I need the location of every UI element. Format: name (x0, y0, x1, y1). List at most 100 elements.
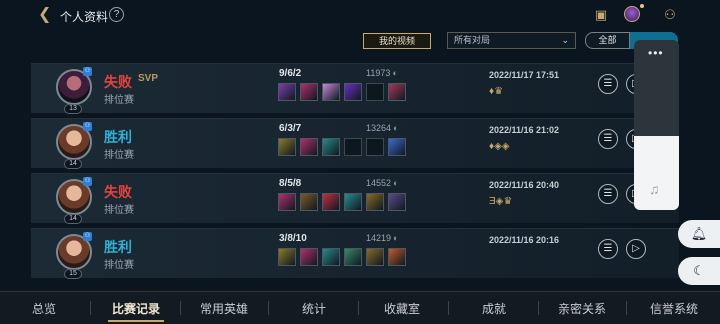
match-result: 胜利 (104, 129, 132, 145)
segment-all[interactable]: 全部 (585, 32, 630, 49)
item-slot (388, 138, 406, 156)
detail-list-icon[interactable]: ☰ (598, 74, 618, 94)
time-filter-select[interactable]: 所有对局 ⌄ (447, 32, 576, 49)
notification-dot (640, 4, 644, 8)
profile-avatar[interactable] (624, 6, 640, 22)
nav-relationships[interactable]: 亲密关系 (544, 300, 620, 317)
party-badge-icon: ⚇ (83, 232, 92, 241)
item-slot (366, 193, 384, 211)
task-icon[interactable]: ▣ (593, 7, 609, 23)
item-slot (344, 248, 362, 266)
match-date: 2022/11/16 20:40 (489, 180, 560, 190)
gold: 13264 ◐ (366, 123, 398, 133)
coin-icon: ◐ (392, 68, 398, 78)
bell-icon[interactable]: 🔔︎ (678, 220, 720, 248)
nav-collection[interactable]: 收藏室 (364, 300, 440, 317)
champion-level: 14 (64, 159, 82, 169)
bottom-nav: 总览 比赛记录 常用英雄 统计 收藏室 成就 亲密关系 信誉系统 (0, 291, 720, 324)
item-slot (366, 138, 384, 156)
detail-list-icon[interactable]: ☰ (598, 184, 618, 204)
match-result: 失败 (104, 184, 132, 200)
replay-play-icon[interactable]: ▷ (626, 239, 646, 259)
item-slot (278, 248, 296, 266)
time-filter-value: 所有对局 (454, 35, 491, 45)
kda: 3/8/10 (279, 233, 307, 244)
item-slot (388, 193, 406, 211)
item-slot (322, 193, 340, 211)
match-row[interactable]: ⚇ 14 失败 排位赛 8/5/8 14552 ◐ 2022/11/16 20:4… (31, 173, 679, 224)
detail-list-icon[interactable]: ☰ (598, 129, 618, 149)
champion-level: 13 (64, 104, 82, 114)
panel-bottom (634, 136, 679, 210)
gold-value: 11973 (366, 68, 391, 78)
music-note-icon[interactable]: ♫ (649, 181, 660, 197)
nav-common-heroes[interactable]: 常用英雄 (186, 300, 262, 317)
item-slot (300, 83, 318, 101)
kda: 8/5/8 (279, 178, 302, 189)
nav-overview[interactable]: 总览 (6, 300, 82, 317)
item-slot (300, 248, 318, 266)
party-badge-icon: ⚇ (83, 177, 92, 186)
gold: 14552 ◐ (366, 178, 398, 188)
chevron-down-icon: ⌄ (561, 35, 569, 45)
item-slot (388, 248, 406, 266)
match-row[interactable]: ⚇ 14 胜利 排位赛 6/3/7 13264 ◐ 2022/11/16 21:0… (31, 118, 679, 169)
match-row[interactable]: ⚇ 13 失败 SVP 排位赛 9/6/2 11973 ◐ 2022/11/17 … (31, 63, 679, 114)
more-menu-icon[interactable]: ••• (648, 46, 664, 60)
coin-icon: ◐ (393, 233, 399, 243)
item-slot (278, 193, 296, 211)
match-row[interactable]: ⚇ 15 胜利 排位赛 3/8/10 14219 ◐ 2022/11/16 20:… (31, 228, 679, 279)
nav-divider (448, 301, 449, 315)
item-slot (344, 138, 362, 156)
champion-level: 14 (64, 214, 82, 224)
item-slot (278, 83, 296, 101)
kda: 6/3/7 (279, 123, 302, 134)
nav-match-history[interactable]: 比赛记录 (98, 300, 174, 317)
match-result: 胜利 (104, 239, 132, 255)
party-badge-icon: ⚇ (83, 122, 92, 131)
help-icon[interactable]: ? (109, 7, 124, 22)
coin-icon: ◐ (393, 178, 399, 188)
item-slot (344, 83, 362, 101)
coin-icon: ◐ (393, 123, 399, 133)
item-slot (278, 138, 296, 156)
match-date: 2022/11/16 20:16 (489, 235, 560, 245)
nav-stats[interactable]: 统计 (276, 300, 352, 317)
item-slot (300, 138, 318, 156)
gold-value: 13264 (366, 123, 392, 133)
game-mode: 排位赛 (104, 205, 134, 216)
nav-achievements[interactable]: 成就 (456, 300, 532, 317)
match-result: 失败 (104, 74, 132, 90)
honor-icons: ♦♛ (489, 86, 504, 97)
floating-music-panel[interactable]: ••• ♫ (634, 40, 679, 210)
top-bar: ❮ 个人资料 ? ▣ ⚇ (0, 0, 720, 30)
gold-value: 14219 (366, 233, 392, 243)
detail-list-icon[interactable]: ☰ (598, 239, 618, 259)
game-mode: 排位赛 (104, 150, 134, 161)
back-chevron-icon[interactable]: ❮ (38, 7, 54, 23)
item-slot (322, 248, 340, 266)
active-tab-indicator (108, 320, 164, 322)
svp-badge: SVP (138, 73, 159, 84)
champion-level: 15 (64, 269, 82, 279)
item-slot (344, 193, 362, 211)
gold: 14219 ◐ (366, 233, 398, 243)
item-slot (322, 83, 340, 101)
friends-icon[interactable]: ⚇ (662, 7, 678, 23)
moon-icon[interactable]: ☾ (678, 257, 720, 285)
item-slot (366, 83, 384, 101)
game-mode: 排位赛 (104, 260, 134, 271)
nav-reputation[interactable]: 信誉系统 (636, 300, 712, 317)
nav-divider (268, 301, 269, 315)
gold-value: 14552 (366, 178, 392, 188)
item-slot (366, 248, 384, 266)
page-title: 个人资料 (60, 10, 109, 24)
my-videos-button[interactable]: 我的视频 (363, 33, 431, 49)
item-slot (322, 138, 340, 156)
nav-divider (626, 301, 627, 315)
nav-divider (538, 301, 539, 315)
party-badge-icon: ⚇ (83, 67, 92, 76)
gold: 11973 ◐ (366, 68, 398, 78)
kda: 9/6/2 (279, 68, 302, 79)
honor-icons: ♦◈◈ (489, 141, 510, 152)
